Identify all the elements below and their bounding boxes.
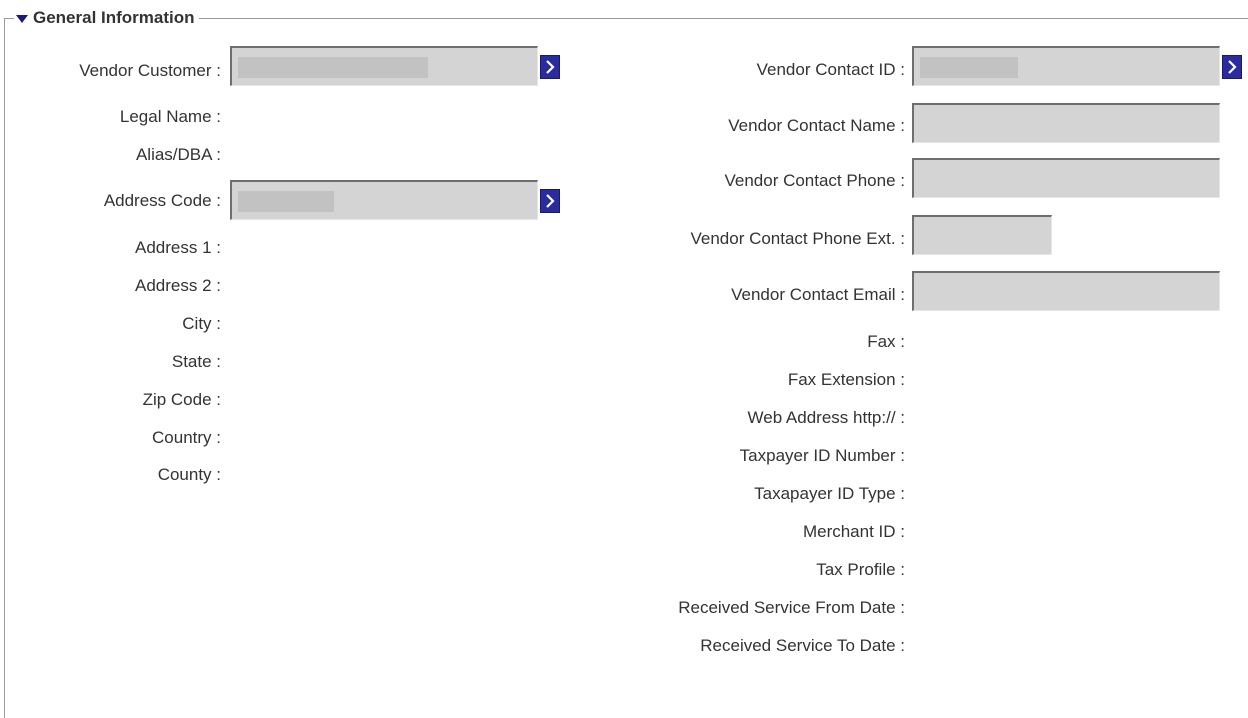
city-label: City : xyxy=(182,314,221,333)
legal-name-label: Legal Name : xyxy=(119,107,221,126)
chevron-right-icon xyxy=(546,194,555,208)
vendor-contact-id-input[interactable] xyxy=(912,46,1220,86)
taxpayer-id-number-label: Taxpayer ID Number : xyxy=(739,446,905,465)
vendor-contact-name-label: Vendor Contact Name : xyxy=(728,116,905,135)
redacted-value xyxy=(920,57,1018,78)
address2-label: Address 2 : xyxy=(135,276,221,295)
state-label: State : xyxy=(171,352,221,371)
vendor-contact-phone-input[interactable] xyxy=(912,158,1220,198)
county-label: County : xyxy=(157,465,221,484)
chevron-right-icon xyxy=(546,60,555,74)
vendor-contact-id-lookup-button[interactable] xyxy=(1222,55,1242,79)
merchant-id-label: Merchant ID : xyxy=(802,522,905,541)
vendor-contact-email-label: Vendor Contact Email : xyxy=(731,285,905,304)
country-label: Country : xyxy=(152,428,221,447)
alias-dba-label: Alias/DBA : xyxy=(135,145,221,164)
received-service-from-date-label: Received Service From Date : xyxy=(678,598,905,617)
vendor-contact-email-input[interactable] xyxy=(912,271,1220,311)
address1-label: Address 1 : xyxy=(135,238,221,257)
fax-extension-label: Fax Extension : xyxy=(787,370,905,389)
vendor-contact-name-input[interactable] xyxy=(912,103,1220,143)
vendor-customer-lookup-button[interactable] xyxy=(540,55,560,79)
section-header[interactable]: General Information xyxy=(14,6,199,30)
vendor-customer-label: Vendor Customer : xyxy=(79,61,221,80)
vendor-contact-phone-label: Vendor Contact Phone : xyxy=(724,171,905,190)
zip-code-label: Zip Code : xyxy=(142,390,221,409)
fax-label: Fax : xyxy=(867,332,905,351)
tax-profile-label: Tax Profile : xyxy=(816,560,905,579)
vendor-contact-phone-ext-input[interactable] xyxy=(912,215,1052,255)
vendor-contact-id-label: Vendor Contact ID : xyxy=(756,60,905,79)
redacted-value xyxy=(238,57,428,78)
vendor-contact-phone-ext-label: Vendor Contact Phone Ext. : xyxy=(690,229,905,248)
redacted-value xyxy=(238,191,334,212)
web-address-label: Web Address http:// : xyxy=(747,408,906,427)
address-code-lookup-button[interactable] xyxy=(540,189,560,213)
chevron-right-icon xyxy=(1228,60,1237,74)
vendor-customer-input[interactable] xyxy=(230,46,538,86)
taxpayer-id-type-label: Taxapayer ID Type : xyxy=(754,484,905,503)
received-service-to-date-label: Received Service To Date : xyxy=(700,636,905,655)
address-code-label: Address Code : xyxy=(103,191,221,210)
caret-down-icon[interactable] xyxy=(16,15,28,23)
address-code-input[interactable] xyxy=(230,180,538,220)
section-title: General Information xyxy=(33,8,195,27)
